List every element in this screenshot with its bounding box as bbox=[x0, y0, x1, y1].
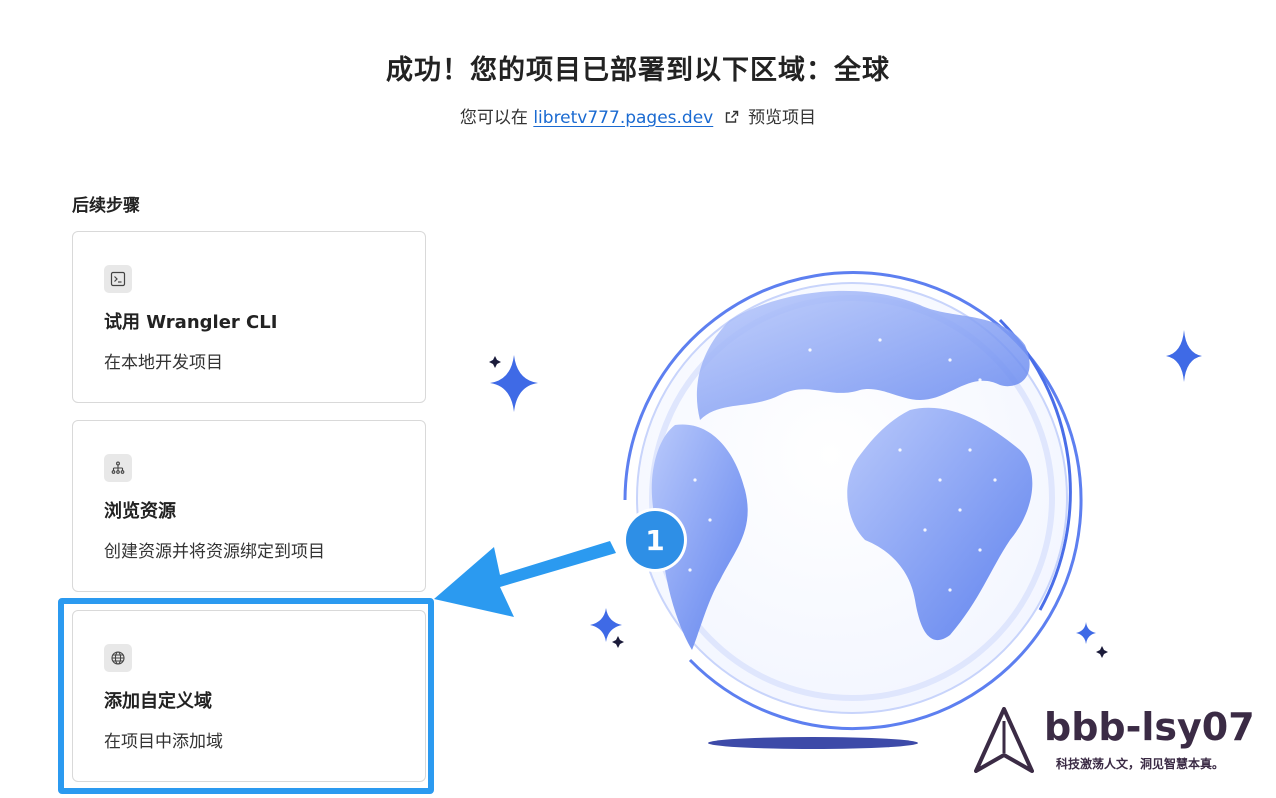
external-link-icon[interactable] bbox=[725, 110, 739, 124]
page-title: 成功！您的项目已部署到以下区域：全球 bbox=[386, 55, 890, 86]
terminal-icon bbox=[104, 265, 132, 293]
watermark-tagline: 科技激荡人文，洞见智慧本真。 bbox=[1056, 757, 1225, 771]
success-header: 成功！您的项目已部署到以下区域：全球 您可以在 libretv777.pages… bbox=[0, 48, 1276, 128]
card-title: 浏览资源 bbox=[104, 501, 176, 522]
card-description: 在本地开发项目 bbox=[104, 353, 223, 373]
preview-subtitle: 您可以在 libretv777.pages.dev 预览项目 bbox=[0, 103, 1276, 128]
card-wrangler-cli[interactable]: 试用 Wrangler CLI 在本地开发项目 bbox=[72, 231, 426, 403]
next-steps-label: 后续步骤 bbox=[72, 196, 140, 216]
globe-illustration bbox=[489, 271, 1202, 749]
subtitle-suffix: 预览项目 bbox=[748, 108, 817, 128]
highlight-box bbox=[58, 598, 434, 794]
annotation-badge: 1 bbox=[626, 511, 684, 569]
card-description: 创建资源并将资源绑定到项目 bbox=[104, 542, 325, 562]
watermark-name: bbb-lsy07 bbox=[1044, 705, 1255, 749]
watermark-logo bbox=[974, 707, 1034, 773]
watermark: bbb-lsy07 科技激荡人文，洞见智慧本真。 bbox=[970, 705, 1270, 785]
sitemap-icon bbox=[104, 454, 132, 482]
subtitle-prefix: 您可以在 bbox=[459, 108, 528, 128]
site-link[interactable]: libretv777.pages.dev bbox=[533, 108, 713, 128]
card-title: 试用 Wrangler CLI bbox=[104, 312, 278, 333]
card-browse-resources[interactable]: 浏览资源 创建资源并将资源绑定到项目 bbox=[72, 420, 426, 592]
